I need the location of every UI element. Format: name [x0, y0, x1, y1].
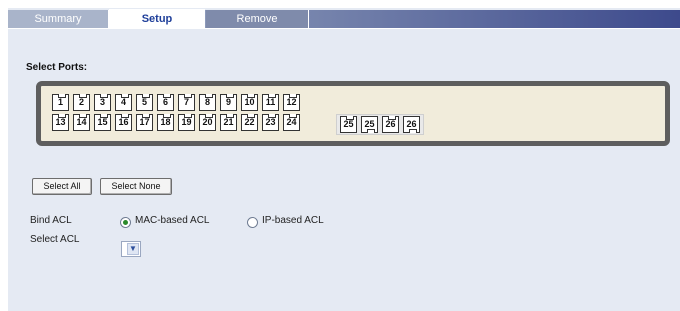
- chevron-down-icon[interactable]: ▼: [127, 243, 139, 255]
- port-notch-icon: [163, 114, 171, 118]
- port-15-button[interactable]: 15: [94, 114, 111, 131]
- port-24-button[interactable]: 24: [283, 114, 300, 131]
- port-notch-icon: [247, 94, 255, 98]
- radio-selected-dot: [123, 220, 128, 225]
- tab-strip: Summary Setup Remove: [8, 9, 680, 29]
- port-notch-icon: [289, 114, 297, 118]
- tab-setup[interactable]: Setup: [109, 9, 205, 29]
- port-10-button[interactable]: 10: [241, 94, 258, 111]
- port-notch-icon: [184, 94, 192, 98]
- port-13-button[interactable]: 13: [52, 114, 69, 131]
- port-notch-icon: [205, 94, 213, 98]
- select-none-button[interactable]: Select None: [100, 178, 172, 195]
- port-notch-icon: [409, 129, 417, 133]
- port-notch-icon: [268, 114, 276, 118]
- page-container: Summary Setup Remove Select Ports: 12345…: [8, 8, 680, 311]
- port-19-button[interactable]: 19: [178, 114, 195, 131]
- port-25-button[interactable]: 25: [340, 116, 357, 133]
- mac-acl-radio[interactable]: [120, 217, 131, 228]
- port-notch-icon: [100, 114, 108, 118]
- port-notch-icon: [226, 114, 234, 118]
- select-acl-dropdown[interactable]: ▼: [121, 241, 141, 257]
- port-14-button[interactable]: 14: [73, 114, 90, 131]
- port-8-button[interactable]: 8: [199, 94, 216, 111]
- port-notch-icon: [142, 94, 150, 98]
- ip-acl-label: IP-based ACL: [262, 215, 324, 226]
- port-20-button[interactable]: 20: [199, 114, 216, 131]
- port-notch-icon: [367, 129, 375, 133]
- port-notch-icon: [79, 94, 87, 98]
- port-notch-icon: [58, 114, 66, 118]
- mac-acl-label: MAC-based ACL: [135, 215, 210, 226]
- port-notch-icon: [184, 114, 192, 118]
- port-notch-icon: [142, 114, 150, 118]
- port-26-button[interactable]: 26: [382, 116, 399, 133]
- bind-acl-label: Bind ACL: [30, 215, 72, 226]
- port-notch-icon: [121, 114, 129, 118]
- port-18-button[interactable]: 18: [157, 114, 174, 131]
- tab-divider: [8, 28, 680, 29]
- port-4-button[interactable]: 4: [115, 94, 132, 111]
- port-notch-icon: [388, 116, 396, 120]
- port-notch-icon: [289, 94, 297, 98]
- ip-acl-radio[interactable]: [247, 217, 258, 228]
- select-ports-title: Select Ports:: [26, 62, 88, 73]
- select-all-button[interactable]: Select All: [32, 178, 92, 195]
- port-notch-icon: [346, 116, 354, 120]
- port-11-button[interactable]: 11: [262, 94, 279, 111]
- port-16-button[interactable]: 16: [115, 114, 132, 131]
- port-26-button[interactable]: 26: [403, 116, 420, 133]
- port-25-button[interactable]: 25: [361, 116, 378, 133]
- port-notch-icon: [268, 94, 276, 98]
- port-9-button[interactable]: 9: [220, 94, 237, 111]
- port-notch-icon: [58, 94, 66, 98]
- port-7-button[interactable]: 7: [178, 94, 195, 111]
- tab-remove[interactable]: Remove: [206, 10, 309, 28]
- port-6-button[interactable]: 6: [157, 94, 174, 111]
- port-23-button[interactable]: 23: [262, 114, 279, 131]
- select-acl-label: Select ACL: [30, 234, 80, 245]
- port-notch-icon: [205, 114, 213, 118]
- combo-port-group: 25 25 26 26: [336, 114, 424, 135]
- port-3-button[interactable]: 3: [94, 94, 111, 111]
- port-12-button[interactable]: 12: [283, 94, 300, 111]
- port-5-button[interactable]: 5: [136, 94, 153, 111]
- tab-summary[interactable]: Summary: [8, 10, 109, 28]
- port-notch-icon: [163, 94, 171, 98]
- port-22-button[interactable]: 22: [241, 114, 258, 131]
- port-notch-icon: [121, 94, 129, 98]
- port-notch-icon: [100, 94, 108, 98]
- port-panel: 1 2 3 4 5 6 7 8 9 10 11 12 13 14 15 16 17 18 19 20 21 22 23 24…: [36, 81, 670, 146]
- port-notch-icon: [226, 94, 234, 98]
- port-17-button[interactable]: 17: [136, 114, 153, 131]
- port-notch-icon: [247, 114, 255, 118]
- port-1-button[interactable]: 1: [52, 94, 69, 111]
- port-notch-icon: [79, 114, 87, 118]
- port-2-button[interactable]: 2: [73, 94, 90, 111]
- port-21-button[interactable]: 21: [220, 114, 237, 131]
